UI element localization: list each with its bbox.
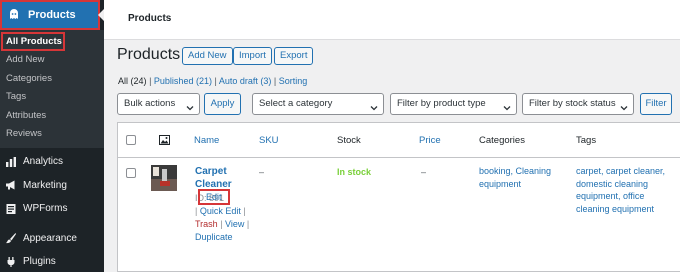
- submenu-all-products[interactable]: All Products: [1, 32, 65, 51]
- edit-link[interactable]: Edit: [198, 189, 230, 205]
- bar-chart-icon: [5, 156, 17, 168]
- sidebar-item-label: Appearance: [23, 232, 77, 244]
- table-header: Name SKU Stock Price Categories Tags: [118, 123, 680, 158]
- header-title: Products: [128, 13, 172, 24]
- chevron-down-icon: [186, 100, 194, 111]
- column-categories: Categories: [479, 135, 525, 146]
- form-icon: [5, 203, 17, 215]
- sidebar-item-appearance[interactable]: Appearance: [0, 227, 104, 251]
- select-all-checkbox[interactable]: [126, 135, 136, 145]
- view-published[interactable]: Published (21): [154, 76, 212, 86]
- plug-icon: [5, 256, 17, 268]
- product-name-link[interactable]: Carpet Cleaner: [195, 165, 255, 191]
- sidebar-item-marketing[interactable]: Marketing: [0, 174, 104, 198]
- stock-status: In stock: [337, 167, 372, 177]
- page-header-bar: Products: [104, 0, 680, 40]
- duplicate-link[interactable]: Duplicate: [195, 232, 233, 242]
- woocommerce-icon: [8, 9, 20, 21]
- trash-link[interactable]: Trash: [195, 219, 218, 229]
- filter-button[interactable]: Filter: [640, 93, 672, 115]
- chevron-down-icon: [620, 100, 628, 111]
- chevron-down-icon: [503, 100, 511, 111]
- submenu-add-new[interactable]: Add New: [0, 51, 104, 70]
- sidebar-item-label: Marketing: [23, 179, 67, 191]
- add-new-button[interactable]: Add New: [182, 47, 233, 65]
- sidebar-item-wpforms[interactable]: WPForms: [0, 197, 104, 221]
- view-sorting[interactable]: Sorting: [279, 76, 308, 86]
- chevron-down-icon: [370, 100, 378, 111]
- product-type-select[interactable]: Filter by product type: [390, 93, 517, 115]
- product-categories[interactable]: booking, Cleaning equipment: [479, 165, 569, 190]
- image-icon: [159, 135, 170, 145]
- admin-sidebar: Products All Products Add New Categories…: [0, 0, 105, 272]
- bulk-actions-select[interactable]: Bulk actions: [117, 93, 200, 115]
- column-price[interactable]: Price: [419, 135, 441, 146]
- column-stock: Stock: [337, 135, 361, 146]
- export-button[interactable]: Export: [274, 47, 314, 65]
- paintbrush-icon: [5, 232, 17, 244]
- megaphone-icon: [5, 179, 17, 191]
- column-tags: Tags: [576, 135, 597, 146]
- main-menu: Analytics Marketing WPForms Appearance P…: [0, 150, 104, 272]
- column-name[interactable]: Name: [194, 135, 219, 146]
- category-select[interactable]: Select a category: [252, 93, 384, 115]
- apply-button[interactable]: Apply: [204, 93, 241, 115]
- sidebar-item-products[interactable]: Products: [0, 0, 100, 30]
- price-value: –: [421, 167, 427, 177]
- page-title: Products: [117, 46, 181, 63]
- status-views: All (24) | Published (21) | Auto draft (…: [118, 76, 308, 86]
- products-submenu: All Products Add New Categories Tags Att…: [0, 30, 104, 148]
- view-link[interactable]: View: [225, 219, 244, 229]
- submenu-reviews[interactable]: Reviews: [0, 125, 104, 144]
- submenu-categories[interactable]: Categories: [0, 70, 104, 89]
- sku-value: –: [259, 167, 265, 177]
- stock-status-select[interactable]: Filter by stock status: [522, 93, 634, 115]
- row-checkbox[interactable]: [126, 168, 136, 178]
- import-button[interactable]: Import: [233, 47, 272, 65]
- product-thumbnail[interactable]: [151, 165, 177, 191]
- view-all[interactable]: All (24): [118, 76, 147, 86]
- products-table: Name SKU Stock Price Categories Tags Car…: [117, 122, 680, 272]
- submenu-attributes[interactable]: Attributes: [0, 107, 104, 126]
- sidebar-item-analytics[interactable]: Analytics: [0, 150, 104, 174]
- quick-edit-link[interactable]: Quick Edit: [200, 206, 241, 216]
- sidebar-item-plugins[interactable]: Plugins: [0, 250, 104, 272]
- sidebar-item-label: Plugins: [23, 256, 56, 268]
- product-tags[interactable]: carpet, carpet cleaner, domestic cleanin…: [576, 165, 676, 215]
- sidebar-item-label: WPForms: [23, 203, 68, 215]
- sidebar-item-label: Products: [28, 9, 76, 21]
- view-auto-draft[interactable]: Auto draft (3): [219, 76, 272, 86]
- column-sku[interactable]: SKU: [259, 135, 279, 146]
- sidebar-item-label: Analytics: [23, 156, 64, 168]
- submenu-tags[interactable]: Tags: [0, 88, 104, 107]
